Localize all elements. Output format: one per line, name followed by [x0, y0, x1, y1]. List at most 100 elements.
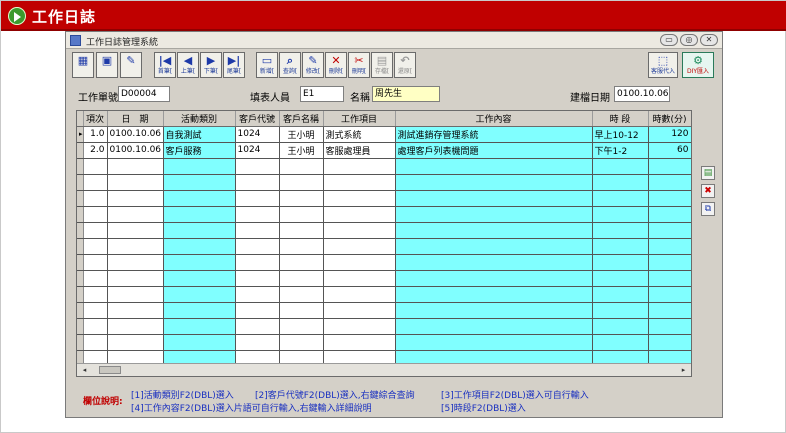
add-button[interactable]: ▭ 新增[ [256, 52, 278, 78]
cell-customer-code[interactable] [235, 318, 280, 335]
cell-activity[interactable] [163, 334, 236, 351]
table-row[interactable]: 2.0 0100.10.06 客戶服務 1024 王小明 客服處理員 處理客戶列… [77, 142, 691, 159]
cell-customer-code[interactable] [235, 238, 280, 255]
last-record-button[interactable]: ▶| 尾筆[ [223, 52, 245, 78]
cell-customer-code[interactable] [235, 334, 280, 351]
cell-period[interactable] [592, 174, 649, 191]
cell-date[interactable] [107, 206, 164, 223]
calendar-button[interactable]: ▣ [96, 52, 118, 78]
cell-no[interactable] [83, 302, 108, 319]
cell-work-item[interactable] [323, 190, 396, 207]
cell-work-content[interactable] [395, 318, 593, 335]
calendar-grid-button[interactable]: ▦ [72, 52, 94, 78]
cell-work-item[interactable] [323, 334, 396, 351]
cell-period[interactable] [592, 158, 649, 175]
cell-period[interactable] [592, 286, 649, 303]
cell-minutes[interactable] [648, 334, 691, 351]
customer-service-button[interactable]: ⬚ 客服代入 [648, 52, 678, 78]
cell-work-item[interactable] [323, 318, 396, 335]
cell-customer-code[interactable]: 1024 [235, 126, 280, 143]
cell-customer-code[interactable] [235, 302, 280, 319]
cell-date[interactable]: 0100.10.06 [107, 126, 164, 143]
cell-date[interactable] [107, 334, 164, 351]
undo-button[interactable]: ↶ 還原[ [394, 52, 416, 78]
close-button[interactable]: ✕ [700, 34, 718, 46]
cell-customer-code[interactable] [235, 270, 280, 287]
cell-work-item[interactable] [323, 254, 396, 271]
cell-date[interactable] [107, 270, 164, 287]
cell-activity[interactable] [163, 302, 236, 319]
diy-import-button[interactable]: ⚙ DIY匯入 [682, 52, 714, 78]
cell-work-item[interactable] [323, 270, 396, 287]
cell-no[interactable] [83, 318, 108, 335]
cell-work-item[interactable] [323, 302, 396, 319]
cell-customer-name[interactable] [279, 318, 324, 335]
cell-activity[interactable] [163, 286, 236, 303]
cell-customer-name[interactable]: 王小明 [279, 142, 324, 159]
cell-work-item[interactable] [323, 286, 396, 303]
cell-work-content[interactable] [395, 158, 593, 175]
col-date[interactable]: 日 期 [107, 111, 164, 127]
cell-customer-code[interactable] [235, 174, 280, 191]
scroll-left-icon[interactable]: ◂ [79, 365, 90, 375]
cell-customer-name[interactable] [279, 286, 324, 303]
cell-no[interactable] [83, 190, 108, 207]
tools-button[interactable]: ✎ [120, 52, 142, 78]
next-record-button[interactable]: ▶ 下筆[ [200, 52, 222, 78]
cell-minutes[interactable] [648, 158, 691, 175]
table-row[interactable] [77, 254, 691, 271]
cell-no[interactable] [83, 254, 108, 271]
cell-work-item[interactable] [323, 158, 396, 175]
table-row[interactable] [77, 190, 691, 207]
cell-minutes[interactable] [648, 286, 691, 303]
table-row[interactable] [77, 270, 691, 287]
cell-customer-name[interactable] [279, 334, 324, 351]
restore-button[interactable]: ◎ [680, 34, 698, 46]
cell-work-content[interactable] [395, 286, 593, 303]
col-no[interactable]: 項次 [83, 111, 108, 127]
cell-activity[interactable] [163, 318, 236, 335]
scroll-right-icon[interactable]: ▸ [678, 365, 689, 375]
cell-activity[interactable] [163, 174, 236, 191]
table-row[interactable] [77, 286, 691, 303]
cell-customer-code[interactable] [235, 222, 280, 239]
cell-no[interactable]: 1.0 [83, 126, 108, 143]
sheet-no-field[interactable]: D00004 [118, 86, 170, 102]
prev-record-button[interactable]: ◀ 上筆[ [177, 52, 199, 78]
cell-work-content[interactable] [395, 222, 593, 239]
cell-customer-name[interactable] [279, 174, 324, 191]
cell-minutes[interactable] [648, 174, 691, 191]
cell-customer-code[interactable] [235, 158, 280, 175]
table-row[interactable] [77, 302, 691, 319]
cell-work-content[interactable] [395, 334, 593, 351]
cell-minutes[interactable] [648, 206, 691, 223]
cell-customer-code[interactable] [235, 286, 280, 303]
created-date-field[interactable]: 0100.10.06 [614, 86, 670, 102]
cell-activity[interactable] [163, 254, 236, 271]
cell-no[interactable] [83, 270, 108, 287]
edit-button[interactable]: ✎ 修改[ [302, 52, 324, 78]
cell-work-content[interactable] [395, 302, 593, 319]
cell-activity[interactable]: 自我測試 [163, 126, 236, 143]
cell-period[interactable] [592, 238, 649, 255]
table-row[interactable] [77, 238, 691, 255]
cell-date[interactable] [107, 190, 164, 207]
work-log-grid[interactable]: 項次 日 期 活動類別 客戶代號 客戶名稱 工作項目 工作內容 時 段 時數(分… [76, 110, 692, 377]
scroll-thumb[interactable] [99, 366, 121, 374]
cell-period[interactable] [592, 270, 649, 287]
cell-date[interactable] [107, 238, 164, 255]
cell-customer-name[interactable] [279, 190, 324, 207]
col-activity[interactable]: 活動類別 [163, 111, 236, 127]
cell-no[interactable] [83, 334, 108, 351]
cell-work-content[interactable] [395, 238, 593, 255]
name-field[interactable]: 周先生 [372, 86, 440, 102]
cell-activity[interactable] [163, 270, 236, 287]
table-row[interactable] [77, 158, 691, 175]
minimize-button[interactable]: ▭ [660, 34, 678, 46]
table-row[interactable]: ▸ 1.0 0100.10.06 自我測試 1024 王小明 測式系統 測試進銷… [77, 126, 691, 143]
cell-no[interactable] [83, 206, 108, 223]
cell-period[interactable]: 下午1-2 [592, 142, 649, 159]
cell-work-content[interactable]: 測試進銷存管理系統 [395, 126, 593, 143]
cell-work-item[interactable] [323, 222, 396, 239]
cell-period[interactable] [592, 302, 649, 319]
